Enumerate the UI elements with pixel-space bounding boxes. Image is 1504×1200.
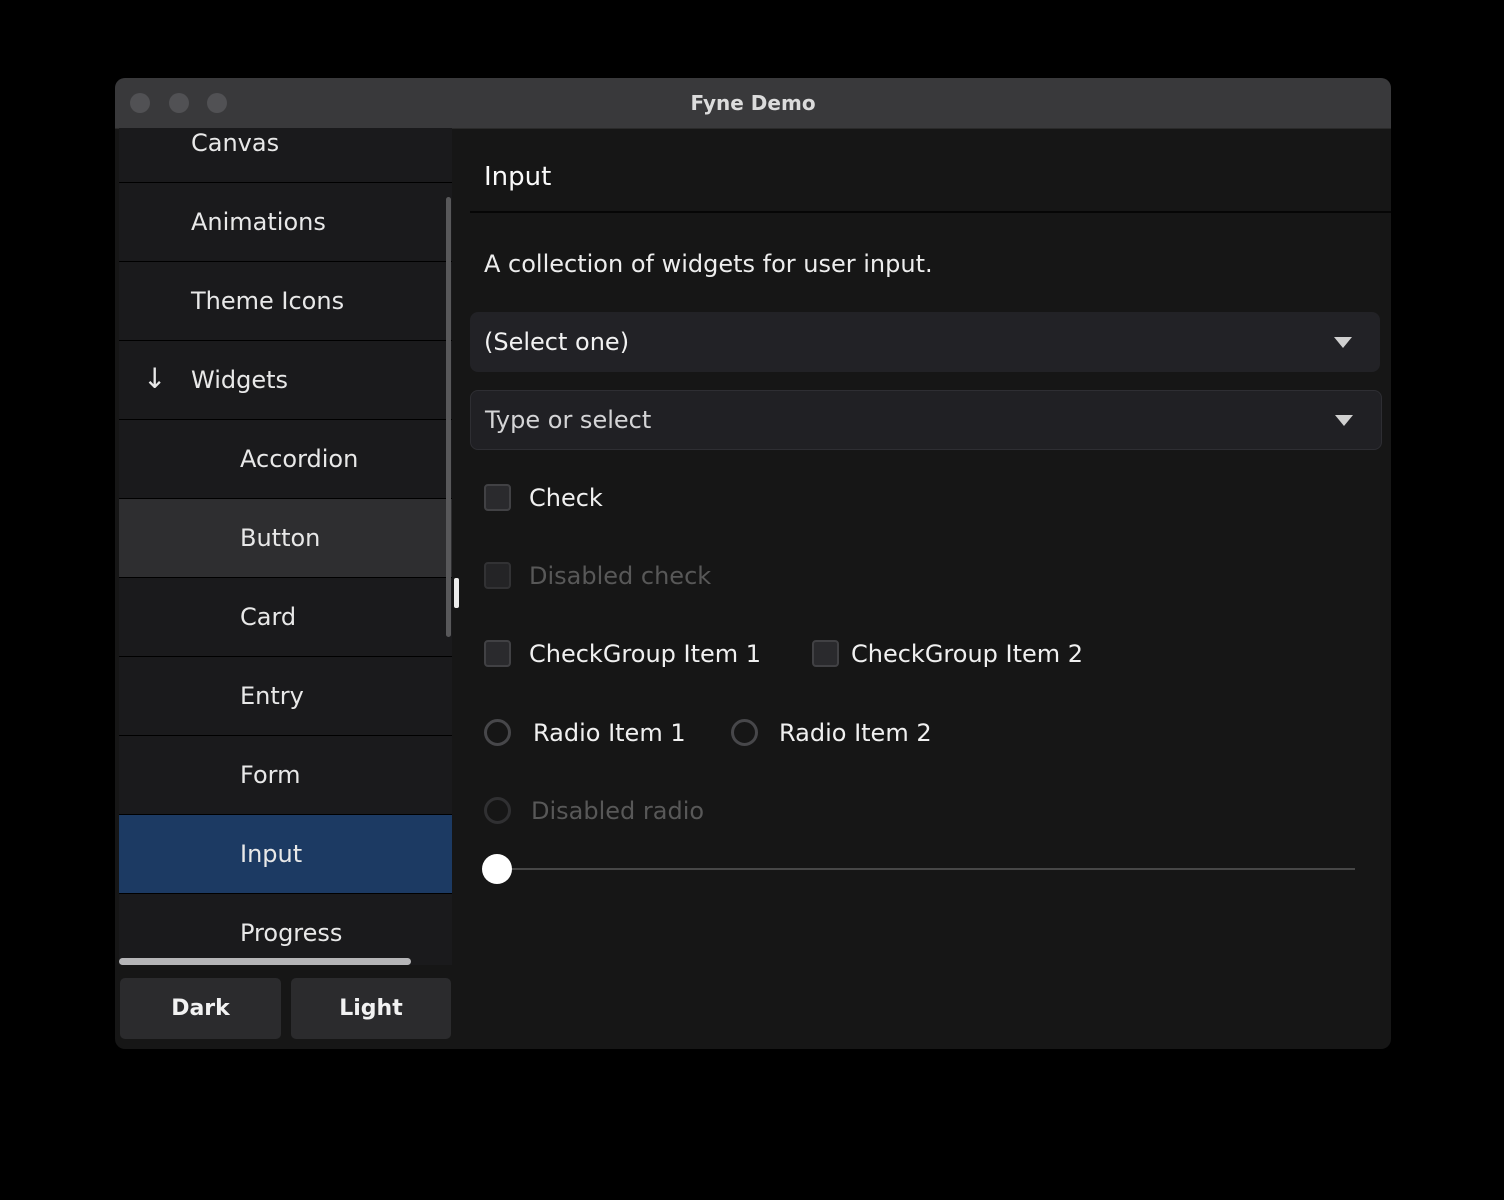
checkgroup-item1-label: CheckGroup Item 1: [529, 640, 762, 668]
sidebar-item-progress[interactable]: Progress: [119, 894, 452, 965]
sidebar-item-label: Accordion: [240, 445, 359, 473]
sidebar-item-label: Card: [240, 603, 297, 631]
disabled-check-label: Disabled check: [529, 562, 712, 590]
sidebar-item-label: Animations: [191, 208, 326, 236]
sidebar-item-form[interactable]: Form: [119, 736, 452, 815]
chevron-down-icon: [1335, 415, 1353, 426]
light-theme-button[interactable]: Light: [291, 978, 451, 1039]
checkgroup-item1-checkbox[interactable]: [484, 640, 511, 667]
slider-track[interactable]: [497, 868, 1355, 870]
dark-theme-button[interactable]: Dark: [120, 978, 281, 1039]
title-separator: [470, 211, 1391, 213]
arrow-down-icon[interactable]: ↓: [143, 341, 166, 419]
select-value: (Select one): [484, 328, 630, 356]
checkgroup-item2-label: CheckGroup Item 2: [851, 640, 1084, 668]
sidebar-item-animations[interactable]: Animations: [119, 183, 452, 262]
sidebar-item-label: Theme Icons: [191, 287, 345, 315]
sidebar-vertical-scrollbar[interactable]: [446, 197, 451, 637]
slider-handle[interactable]: [482, 854, 512, 884]
select-entry-placeholder: Type or select: [485, 406, 652, 434]
radio-item1-label: Radio Item 1: [533, 719, 686, 747]
check-checkbox[interactable]: [484, 484, 511, 511]
sidebar-item-label: Button: [240, 524, 321, 552]
page-description: A collection of widgets for user input.: [484, 250, 933, 278]
titlebar: Fyne Demo: [115, 78, 1391, 129]
sidebar-item-label: Input: [240, 840, 303, 868]
radio-item1-radio[interactable]: [484, 719, 511, 746]
split-divider-handle[interactable]: [454, 578, 459, 608]
sidebar-item-entry[interactable]: Entry: [119, 657, 452, 736]
disabled-check-checkbox: [484, 562, 511, 589]
sidebar-item-button[interactable]: Button: [119, 499, 452, 578]
disabled-radio-label: Disabled radio: [531, 797, 705, 825]
sidebar-item-canvas[interactable]: Canvas: [119, 128, 452, 183]
check-label: Check: [529, 484, 603, 512]
sidebar-item-accordion[interactable]: Accordion: [119, 420, 452, 499]
page-title: Input: [484, 162, 552, 192]
checkgroup-item2-checkbox[interactable]: [812, 640, 839, 667]
sidebar-item-label: Canvas: [191, 129, 280, 157]
sidebar-item-label: Progress: [240, 919, 343, 947]
sidebar-item-widgets[interactable]: ↓ Widgets: [119, 341, 452, 420]
disabled-radio: [484, 797, 511, 824]
sidebar-item-label: Entry: [240, 682, 304, 710]
select-dropdown[interactable]: (Select one): [470, 312, 1380, 372]
sidebar-item-theme-icons[interactable]: Theme Icons: [119, 262, 452, 341]
sidebar-item-card[interactable]: Card: [119, 578, 452, 657]
sidebar-item-label: Form: [240, 761, 301, 789]
app-window: Fyne Demo Canvas Animations Theme Icons …: [115, 78, 1391, 1049]
sidebar-item-input[interactable]: Input: [119, 815, 452, 894]
sidebar: Canvas Animations Theme Icons ↓ Widgets …: [119, 128, 452, 965]
select-entry[interactable]: Type or select: [470, 390, 1382, 450]
chevron-down-icon: [1334, 337, 1352, 348]
window-title: Fyne Demo: [690, 91, 816, 115]
sidebar-horizontal-scrollbar[interactable]: [119, 958, 411, 965]
radio-item2-radio[interactable]: [731, 719, 758, 746]
radio-item2-label: Radio Item 2: [779, 719, 932, 747]
